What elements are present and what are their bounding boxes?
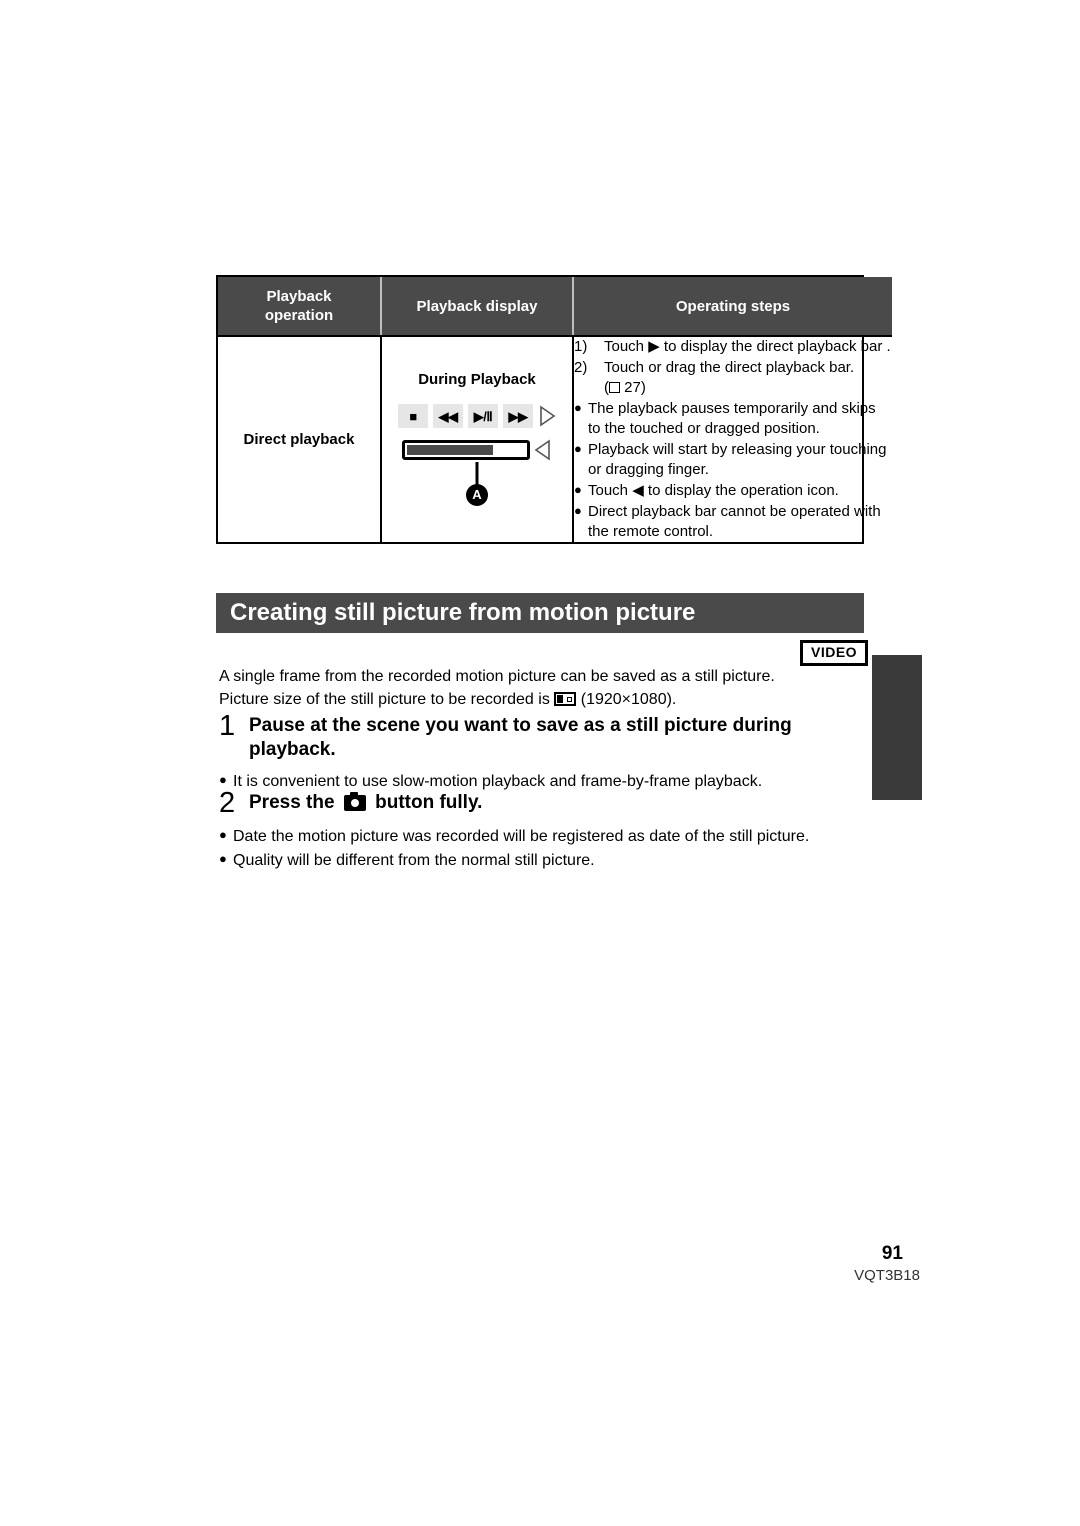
direct-playback-label: Direct playback [243,431,355,449]
document-code: VQT3B18 [854,1267,920,1284]
intro-line-2-before: Picture size of the still picture to be … [219,691,550,709]
operating-step-2-label: Touch or drag the direct playback bar. [604,359,855,377]
photo-button-icon [343,792,366,811]
operating-step-2-page-ref: 27 [624,379,641,397]
column-header-operating-steps: Operating steps [573,277,892,338]
step-2-note-text: Date the motion picture was recorded wil… [233,827,810,845]
operating-step-1-text: Touch ▶ to display the direct playback b… [604,338,891,356]
step-2-note: ● Quality will be different from the nor… [219,850,867,873]
bullet-dot-icon: ● [574,481,582,497]
bullet-dot-icon: ● [574,502,582,518]
operating-note: ● Playback will start by releasing your … [574,440,892,480]
bullet-dot-icon: ● [219,851,227,867]
play-pause-icon[interactable]: ▶/Ⅱ [468,404,498,429]
operating-note: ● Touch ◀ to display the operation icon. [574,481,892,501]
bullet-dot-icon: ● [219,826,227,842]
table-row: Direct playback During Playback ■ ◀◀ ▶/Ⅱ… [218,336,892,542]
operating-note: ● Direct playback bar cannot be operated… [574,502,892,542]
operating-step-2-number: 2) [574,359,588,377]
step-2-title-before: Press the [249,792,335,813]
step-2-number: 2 [219,787,236,819]
operating-note: ● The playback pauses temporarily and sk… [574,399,892,439]
intro-paragraph: A single frame from the recorded motion … [219,665,859,711]
header-line-2: operation [264,307,334,325]
playback-control-row: ■ ◀◀ ▶/Ⅱ ▶▶ [382,404,572,429]
stop-icon[interactable]: ■ [398,404,428,429]
step-2-note: ● Date the motion picture was recorded w… [219,826,867,849]
direct-playback-bar[interactable] [402,440,530,461]
section-heading: Creating still picture from motion pictu… [216,593,864,633]
step-1-number: 1 [219,710,236,742]
table-header-row: Playback operation Playback display Oper… [218,277,892,338]
during-playback-label: During Playback [418,371,536,389]
operating-note-text: Direct playback bar cannot be operated w… [588,502,881,540]
header-line-1: Playback [266,288,332,305]
cell-playback-display: During Playback ■ ◀◀ ▶/Ⅱ ▶▶ A [381,336,574,542]
step-1-heading: 1 Pause at the scene you want to save as… [219,710,867,763]
bullet-dot-icon: ● [574,441,582,457]
playback-operation-table: Playback operation Playback display Oper… [216,275,892,544]
callout-badge-label: A [466,484,488,507]
operating-note-text: Playback will start by releasing your to… [588,441,887,478]
operating-step-2-text: Touch or drag the direct playback bar. (… [604,359,855,397]
picture-size-icon [554,692,577,707]
triangle-right-outline-icon[interactable] [538,404,556,428]
bullet-dot-icon: ● [574,400,582,416]
column-header-playback-operation: Playback operation [218,277,382,338]
step-1-block: 1 Pause at the scene you want to save as… [219,710,867,793]
step-1-title: Pause at the scene you want to save as a… [249,715,792,761]
manual-reference-icon [609,382,620,394]
intro-line-1: A single frame from the recorded motion … [219,668,775,685]
callout-a: A [382,462,572,508]
direct-playback-bar-fill [407,445,494,456]
intro-line-2-after: (1920×1080). [580,691,677,709]
operating-step-2: 2) Touch or drag the direct playback bar… [574,358,892,398]
step-2-block: 2 Press the button fully. ● Date the mot… [219,787,867,873]
rewind-icon[interactable]: ◀◀ [433,404,463,429]
step-2-heading: 2 Press the button fully. [219,787,867,819]
column-header-playback-display: Playback display [381,277,574,338]
operating-note-text: Touch ◀ to display the operation icon. [588,481,839,499]
video-mode-badge: VIDEO [800,640,869,666]
intro-line-2: Picture size of the still picture to be … [219,688,859,711]
fast-forward-icon[interactable]: ▶▶ [503,404,533,429]
step-2-note-text: Quality will be different from the norma… [233,852,595,870]
cell-playback-operation: Direct playback [218,336,382,542]
operating-note-text: The playback pauses temporarily and skip… [588,400,876,438]
direct-playback-bar-row [382,438,572,462]
operating-step-1: 1) Touch ▶ to display the direct playbac… [574,337,892,357]
operating-step-1-number: 1) [574,338,588,356]
step-2-title-after: button fully. [375,792,483,813]
triangle-left-outline-icon[interactable] [534,438,552,462]
page-number: 91 [881,1243,903,1264]
cell-operating-steps: 1) Touch ▶ to display the direct playbac… [573,336,892,541]
page-thumb-tab [872,655,922,800]
step-2-title: Press the button fully. [249,789,867,815]
